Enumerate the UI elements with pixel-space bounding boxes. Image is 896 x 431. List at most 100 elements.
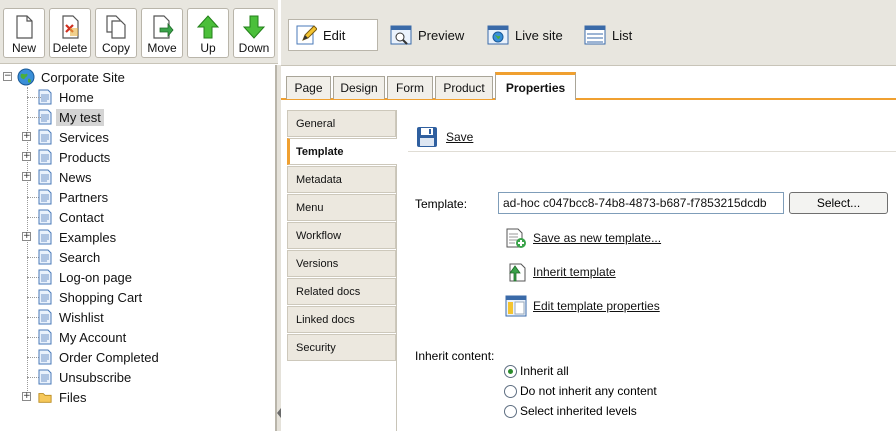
expand-toggle[interactable]: +	[22, 132, 31, 141]
edit-template-properties-link[interactable]: Edit template properties	[505, 294, 660, 318]
tree-branch-line	[27, 117, 41, 118]
floppy-disk-icon	[417, 126, 437, 147]
new-page-icon	[16, 15, 33, 39]
tree-node-files[interactable]: Files	[38, 388, 89, 406]
document-icon	[38, 189, 52, 205]
document-icon	[38, 229, 52, 245]
tree-node-examples[interactable]: Examples	[38, 228, 119, 246]
document-icon	[38, 369, 52, 385]
globe-icon	[17, 68, 35, 86]
view-mode-toolbar: Edit Preview Live site List	[281, 0, 896, 66]
content-tree: − Corporate Site Home My test + Services…	[0, 65, 276, 431]
tree-node-log-on-page[interactable]: Log-on page	[38, 268, 135, 286]
document-icon	[38, 329, 52, 345]
expand-toggle[interactable]: +	[22, 152, 31, 161]
radio-do-not-inherit[interactable]: Do not inherit any content	[504, 383, 657, 399]
folder-icon	[38, 393, 52, 403]
tab-product[interactable]: Product	[435, 76, 493, 99]
preview-icon	[390, 25, 412, 45]
tab-versions[interactable]: Versions	[287, 250, 396, 277]
tree-node-products[interactable]: Products	[38, 148, 113, 166]
copy-button[interactable]: Copy	[95, 8, 137, 58]
arrow-up-icon	[196, 15, 220, 39]
save-bar: Save	[408, 122, 896, 152]
pane-splitter[interactable]	[276, 65, 281, 431]
document-icon	[38, 169, 52, 185]
document-icon	[38, 249, 52, 265]
tree-node-contact[interactable]: Contact	[38, 208, 107, 226]
radio-selected-icon[interactable]	[504, 364, 517, 378]
tab-properties[interactable]: Properties	[495, 72, 576, 100]
inherit-icon	[509, 263, 526, 282]
collapse-arrow-icon[interactable]	[277, 408, 281, 418]
move-button[interactable]: Move	[141, 8, 183, 58]
tab-page[interactable]: Page	[286, 76, 331, 99]
list-mode-button[interactable]: List	[578, 19, 632, 51]
document-tabs: Page Design Form Product Properties	[281, 67, 896, 100]
radio-unselected-icon[interactable]	[504, 404, 517, 418]
inherit-template-link[interactable]: Inherit template	[505, 260, 616, 284]
property-tabs: General Template Metadata Menu Workflow …	[287, 110, 397, 431]
live-site-mode-button[interactable]: Live site	[481, 19, 563, 51]
edit-mode-button[interactable]: Edit	[288, 19, 378, 51]
template-label: Template:	[415, 197, 468, 211]
delete-page-icon	[62, 15, 79, 39]
list-icon	[584, 25, 606, 45]
tree-node-home[interactable]: Home	[38, 88, 97, 106]
tree-node-search[interactable]: Search	[38, 248, 103, 266]
radio-select-inherited-levels[interactable]: Select inherited levels	[504, 403, 637, 419]
save-template-icon	[506, 228, 526, 248]
radio-unselected-icon[interactable]	[504, 384, 517, 398]
document-icon	[38, 289, 52, 305]
template-name-input[interactable]: ad-hoc c047bcc8-74b8-4873-b687-f7853215d…	[498, 192, 784, 214]
tree-node-unsubscribe[interactable]: Unsubscribe	[38, 368, 134, 386]
tree-node-news[interactable]: News	[38, 168, 95, 186]
tab-related-docs[interactable]: Related docs	[287, 278, 396, 305]
pencil-icon	[296, 25, 317, 45]
document-icon	[38, 349, 52, 365]
tree-node-order-completed[interactable]: Order Completed	[38, 348, 162, 366]
tree-node-partners[interactable]: Partners	[38, 188, 111, 206]
tree-node-my-account[interactable]: My Account	[38, 328, 129, 346]
copy-icon	[106, 15, 126, 39]
tab-general[interactable]: General	[287, 110, 396, 137]
tab-form[interactable]: Form	[387, 76, 433, 99]
tab-template[interactable]: Template	[287, 138, 397, 165]
tab-menu[interactable]: Menu	[287, 194, 396, 221]
template-properties-panel: Save Template: ad-hoc c047bcc8-74b8-4873…	[398, 110, 896, 431]
inherit-content-label: Inherit content:	[415, 349, 495, 363]
tree-node-wishlist[interactable]: Wishlist	[38, 308, 107, 326]
tree-root-node[interactable]: Corporate Site	[17, 68, 128, 86]
document-icon	[38, 149, 52, 165]
collapse-toggle[interactable]: −	[3, 72, 12, 81]
select-template-button[interactable]: Select...	[789, 192, 888, 214]
new-button[interactable]: New	[3, 8, 45, 58]
content-tree-toolbar: New Delete Copy Move Up Down	[0, 0, 278, 64]
tree-branch-line	[27, 97, 41, 98]
tree-node-my-test[interactable]: My test	[38, 108, 104, 126]
tab-design[interactable]: Design	[333, 76, 385, 99]
radio-inherit-all[interactable]: Inherit all	[504, 363, 569, 379]
tab-workflow[interactable]: Workflow	[287, 222, 396, 249]
down-button[interactable]: Down	[233, 8, 275, 58]
save-as-new-template-link[interactable]: Save as new template...	[505, 226, 661, 250]
tab-linked-docs[interactable]: Linked docs	[287, 306, 396, 333]
document-icon	[38, 269, 52, 285]
tree-node-services[interactable]: Services	[38, 128, 112, 146]
document-icon	[38, 209, 52, 225]
preview-mode-button[interactable]: Preview	[384, 19, 464, 51]
document-icon	[38, 309, 52, 325]
expand-toggle[interactable]: +	[22, 172, 31, 181]
expand-toggle[interactable]: +	[22, 392, 31, 401]
tab-metadata[interactable]: Metadata	[287, 166, 396, 193]
document-icon	[38, 129, 52, 145]
expand-toggle[interactable]: +	[22, 232, 31, 241]
delete-button[interactable]: Delete	[49, 8, 91, 58]
save-button[interactable]: Save	[408, 126, 473, 148]
tab-security[interactable]: Security	[287, 334, 396, 361]
arrow-down-icon	[242, 15, 266, 39]
move-icon	[153, 15, 174, 39]
live-site-icon	[487, 25, 509, 45]
up-button[interactable]: Up	[187, 8, 229, 58]
tree-node-shopping-cart[interactable]: Shopping Cart	[38, 288, 145, 306]
